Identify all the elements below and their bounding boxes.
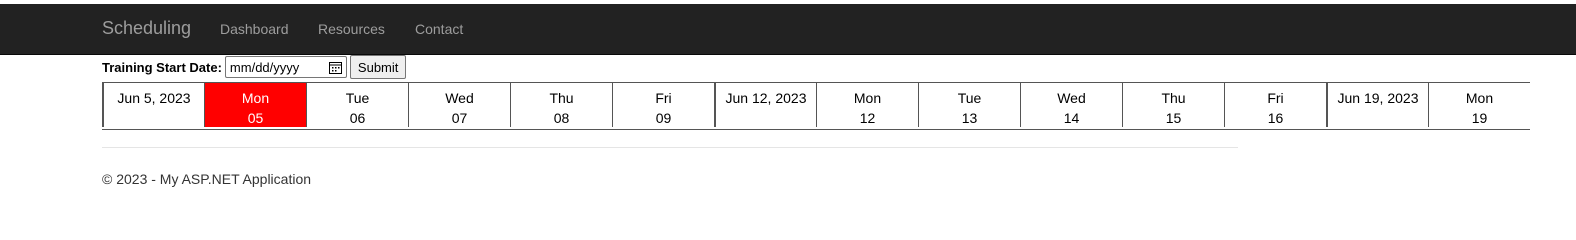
day-name: Thu (549, 90, 574, 106)
day-date: 13 (961, 110, 978, 126)
footer-divider (102, 147, 1238, 148)
submit-button[interactable]: Submit (349, 55, 407, 79)
day-cell[interactable]: Wed 07 (408, 83, 510, 127)
day-date: 19 (1471, 110, 1488, 126)
training-start-date-input[interactable]: mm/dd/yyyy (224, 56, 347, 78)
navbar: Scheduling Dashboard Resources Contact (0, 4, 1576, 55)
day-date: 05 (247, 110, 264, 126)
week-label: Jun 5, 2023 (117, 90, 191, 106)
day-name: Mon (853, 90, 882, 106)
day-cell[interactable]: Mon 19 (1428, 83, 1530, 127)
day-cell[interactable]: Tue 13 (918, 83, 1020, 127)
week-label: Jun 12, 2023 (725, 90, 807, 106)
footer-copyright: © 2023 - My ASP.NET Application (102, 171, 312, 187)
calendar-icon[interactable] (328, 61, 342, 74)
day-name: Mon (1465, 90, 1494, 106)
day-cell[interactable]: Tue 06 (306, 83, 408, 127)
training-date-form: Training Start Date: mm/dd/yyyy Submit (102, 54, 407, 80)
day-date: 07 (451, 110, 468, 126)
week-label: Jun 19, 2023 (1337, 90, 1419, 106)
day-cell-selected[interactable]: Mon 05 (204, 83, 306, 127)
day-name: Thu (1161, 90, 1186, 106)
nav-link-dashboard[interactable]: Dashboard (220, 21, 289, 37)
date-placeholder: mm/dd/yyyy (229, 60, 300, 75)
week-header-cell: Jun 19, 2023 (1326, 83, 1428, 127)
training-start-date-label: Training Start Date: (102, 59, 222, 75)
brand-link[interactable]: Scheduling (102, 18, 191, 38)
day-cell[interactable]: Fri 09 (612, 83, 714, 127)
day-date: 06 (349, 110, 366, 126)
day-cell[interactable]: Mon 12 (816, 83, 918, 127)
day-date: 08 (553, 110, 570, 126)
week-header-cell: Jun 5, 2023 (102, 83, 204, 127)
day-name: Mon (241, 90, 270, 106)
day-cell[interactable]: Thu 15 (1122, 83, 1224, 127)
day-cell[interactable]: Fri 16 (1224, 83, 1326, 127)
day-cell[interactable]: Wed 14 (1020, 83, 1122, 127)
day-name: Wed (1057, 90, 1086, 106)
nav-link-contact[interactable]: Contact (415, 21, 463, 37)
schedule-strip: Jun 5, 2023 Mon 05 Tue 06 Wed 07 Thu 08 Fri 09 Jun … (102, 82, 1530, 130)
day-date: 14 (1063, 110, 1080, 126)
day-name: Tue (345, 90, 370, 106)
day-date: 15 (1165, 110, 1182, 126)
day-name: Fri (1267, 90, 1284, 106)
day-date: 09 (655, 110, 672, 126)
nav-link-resources[interactable]: Resources (318, 21, 385, 37)
day-name: Tue (957, 90, 982, 106)
day-date: 12 (859, 110, 876, 126)
day-name: Wed (445, 90, 474, 106)
day-cell[interactable]: Thu 08 (510, 83, 612, 127)
day-name: Fri (655, 90, 672, 106)
week-header-cell: Jun 12, 2023 (714, 83, 816, 127)
day-date: 16 (1267, 110, 1284, 126)
